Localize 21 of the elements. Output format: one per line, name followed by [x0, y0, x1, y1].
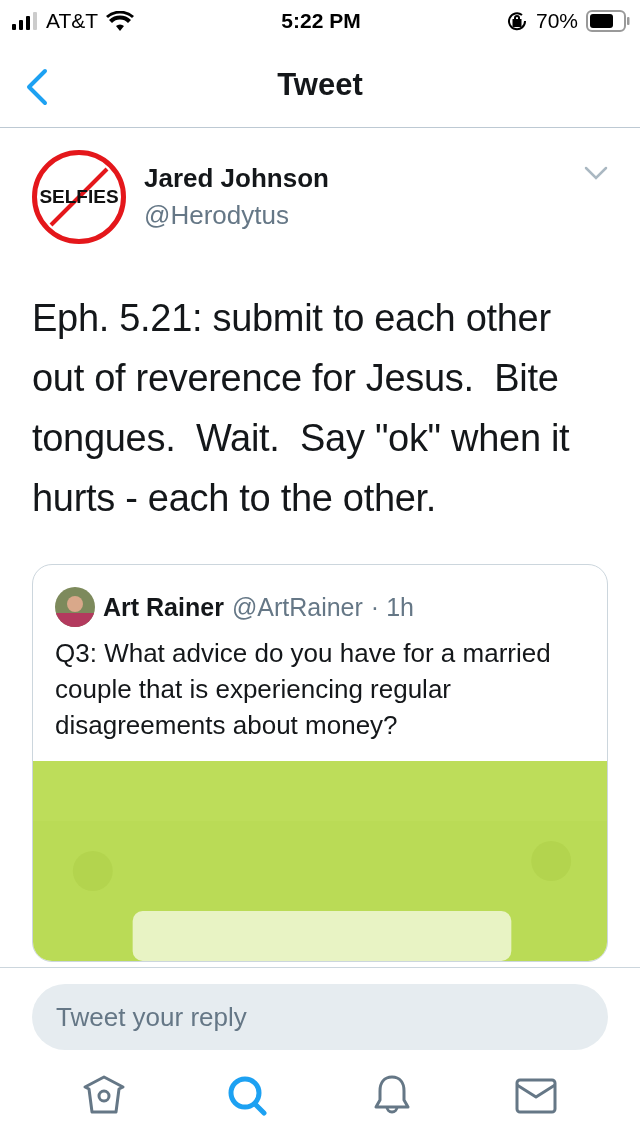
- battery-icon: [586, 10, 630, 32]
- chevron-down-icon: [584, 166, 608, 180]
- quoted-tweet-card[interactable]: Art Rainer @ArtRainer · 1h Q3: What advice do you have for a married couple that is experiencing regular disagreements about money?: [32, 564, 608, 962]
- quoted-author-name: Art Rainer: [103, 592, 224, 622]
- quoted-tweet-text: Q3: What advice do you have for a married couple that is experiencing regular disagreements about money?: [55, 637, 552, 742]
- screen-title: Tweet: [277, 66, 363, 103]
- quoted-author-handle: @ArtRainer: [231, 592, 363, 622]
- search-icon: [226, 1074, 270, 1118]
- battery-percent: 70%: [535, 9, 578, 33]
- author-name: Jared Johnson: [144, 163, 330, 194]
- carrier-name: AT&T: [46, 9, 99, 33]
- reply-field[interactable]: Tweet your reply: [32, 984, 608, 1050]
- signal-icon: [12, 12, 38, 30]
- quoted-avatar: [55, 587, 95, 627]
- author-handle: @Herodytus: [144, 200, 290, 231]
- tweet-text: Eph. 5.21: submit to each other out of reverence for Jesus. Bite tongues. Wait. Say "ok" when it hurts - each to the other.: [32, 296, 571, 521]
- back-chevron-icon: [26, 68, 48, 106]
- quoted-time: · 1h: [370, 592, 414, 622]
- rotation-lock-icon: [505, 10, 528, 32]
- wifi-icon: [106, 11, 135, 31]
- clock-time: 5:22 PM: [281, 9, 361, 33]
